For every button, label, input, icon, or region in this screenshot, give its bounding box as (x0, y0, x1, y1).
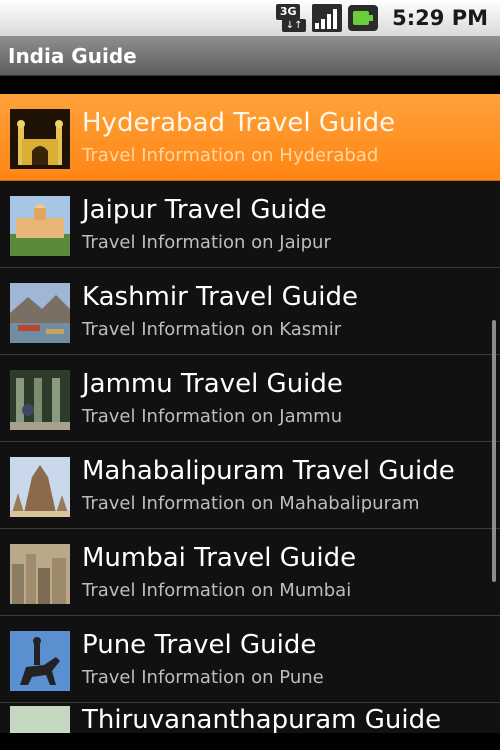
list-item-subtitle: Travel Information on Mumbai (82, 580, 352, 601)
list-item-mahabalipuram[interactable]: Mahabalipuram Travel Guide Travel Inform… (0, 442, 500, 529)
app-title: India Guide (8, 44, 137, 68)
list-item-subtitle: Travel Information on Jaipur (82, 232, 331, 253)
list-item-title: Mahabalipuram Travel Guide (82, 456, 455, 486)
status-clock: 5:29 PM (392, 6, 488, 30)
list-item-subtitle: Travel Information on Mahabalipuram (82, 493, 420, 514)
hyderabad-charminar-icon (10, 109, 70, 169)
list-item-title: Jaipur Travel Guide (82, 195, 327, 225)
list-item-pune[interactable]: Pune Travel Guide Travel Information on … (0, 616, 500, 703)
list-item-mumbai[interactable]: Mumbai Travel Guide Travel Information o… (0, 529, 500, 616)
guide-list: Hyderabad Travel Guide Travel Informatio… (0, 94, 500, 733)
app-title-bar: India Guide (0, 36, 500, 76)
pune-statue-icon (10, 631, 70, 691)
list-item-subtitle: Travel Information on Jammu (82, 406, 343, 427)
network-3g-icon: 3G ↓↑ (276, 4, 307, 32)
jaipur-palace-icon (10, 196, 70, 256)
list-item-hyderabad[interactable]: Hyderabad Travel Guide Travel Informatio… (0, 94, 500, 181)
jammu-temple-icon (10, 370, 70, 430)
list-item-title: Jammu Travel Guide (82, 369, 343, 399)
battery-icon (348, 5, 379, 31)
list-item-title: Hyderabad Travel Guide (82, 108, 396, 138)
list-item-kashmir[interactable]: Kashmir Travel Guide Travel Information … (0, 268, 500, 355)
list-item-title: Mumbai Travel Guide (82, 543, 357, 573)
list-item-thiruvananthapuram[interactable]: Thiruvananthapuram Guide (0, 703, 500, 733)
thiruvananthapuram-icon (10, 706, 70, 733)
list-item-jammu[interactable]: Jammu Travel Guide Travel Information on… (0, 355, 500, 442)
list-item-jaipur[interactable]: Jaipur Travel Guide Travel Information o… (0, 181, 500, 268)
list-item-subtitle: Travel Information on Kasmir (82, 319, 342, 340)
status-bar: 3G ↓↑ 5:29 PM (0, 0, 500, 36)
network-activity-label: ↓↑ (282, 19, 307, 32)
list-scrollbar[interactable] (492, 320, 496, 582)
mahabalipuram-temple-icon (10, 457, 70, 517)
kashmir-lake-icon (10, 283, 70, 343)
list-item-subtitle: Travel Information on Pune (82, 667, 324, 688)
mumbai-skyline-icon (10, 544, 70, 604)
list-item-title: Kashmir Travel Guide (82, 282, 358, 312)
list-item-title: Pune Travel Guide (82, 630, 317, 660)
network-type-label: 3G (276, 4, 301, 20)
signal-bars-icon (312, 4, 343, 32)
list-item-title: Thiruvananthapuram Guide (82, 705, 442, 733)
list-item-subtitle: Travel Information on Hyderabad (82, 145, 379, 166)
